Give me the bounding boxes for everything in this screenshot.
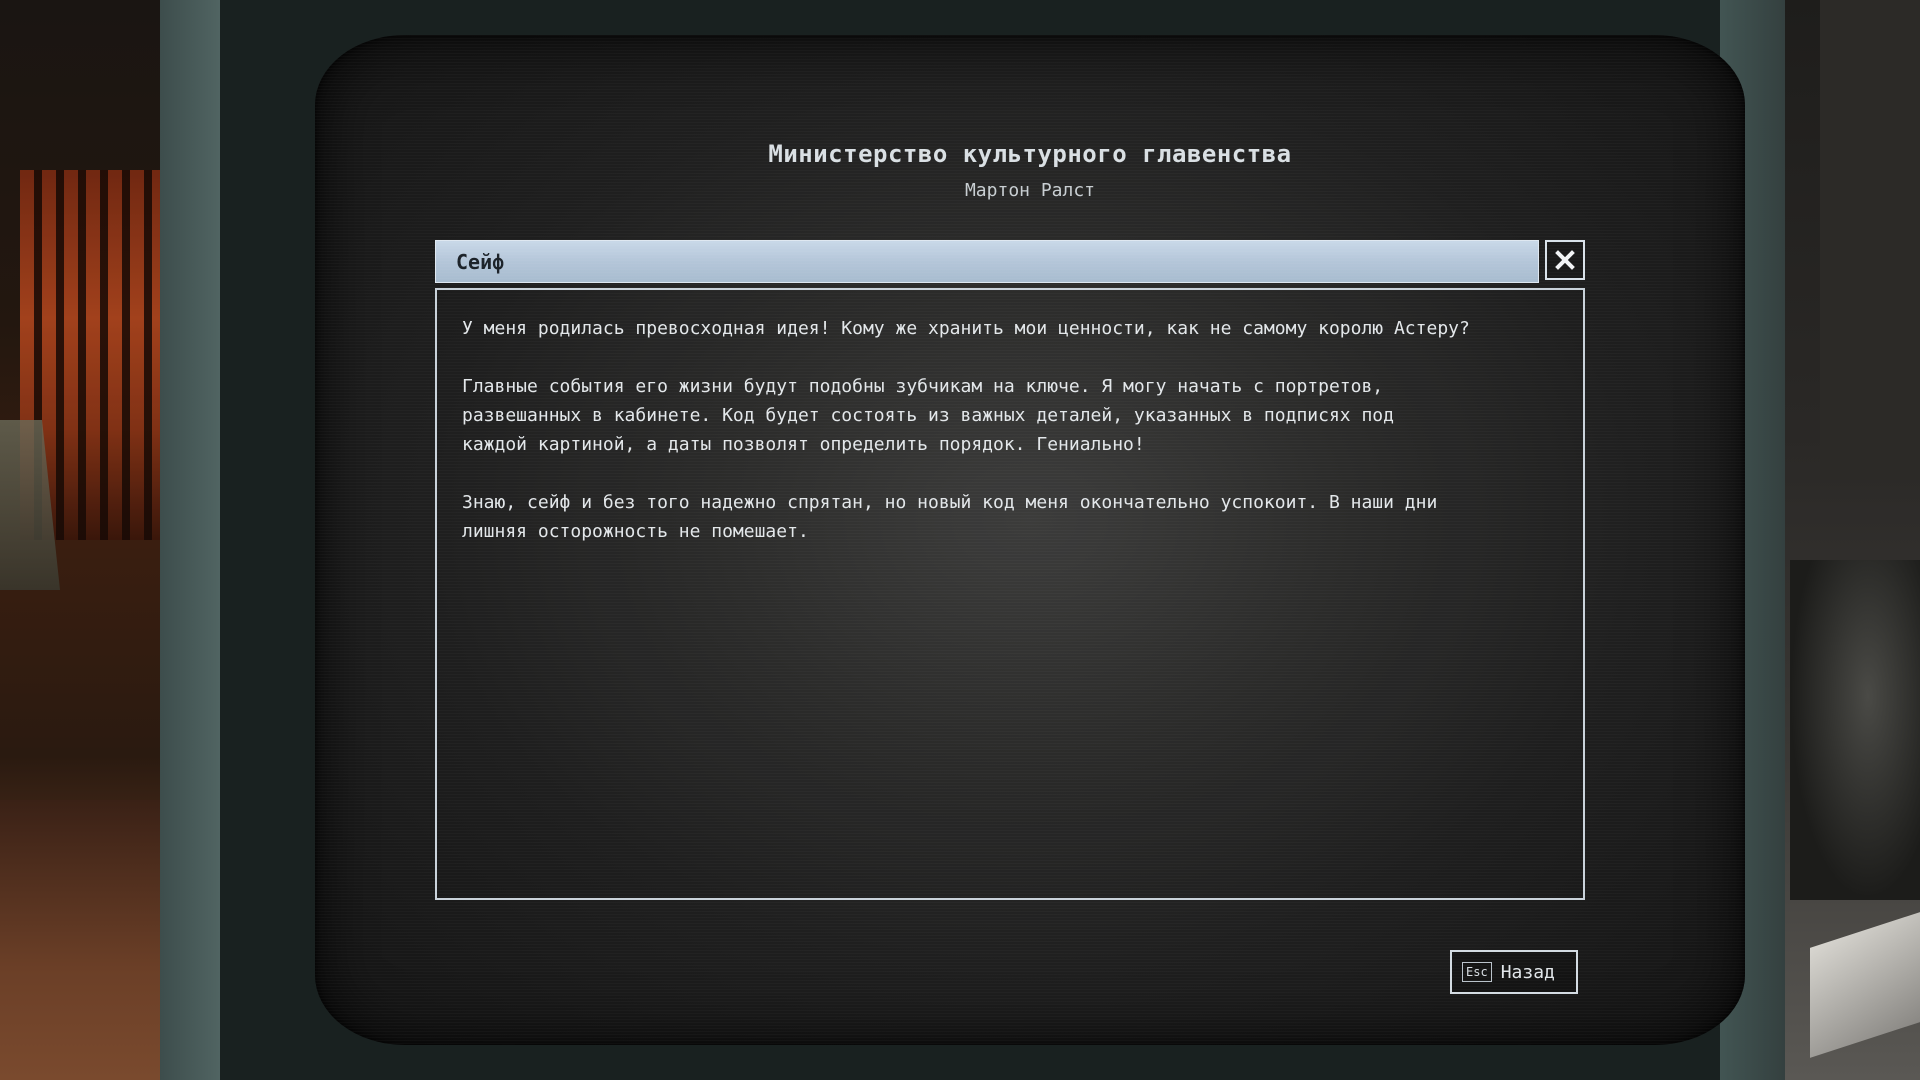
back-button[interactable]: Esc Назад [1450,950,1578,994]
dialog-paragraph-3: Знаю, сейф и без того надежно спрятан, н… [462,492,1438,542]
safe-dialog: Сейф У меня родилась превосходная идея! … [435,240,1585,900]
monitor-inner-frame: Министерство культурного главенства Март… [220,0,1745,1080]
dialog-paragraph-2: Главные события его жизни будут подобны … [462,376,1394,455]
page-subtitle: Мартон Ралст [964,180,1096,201]
game-scene: Министерство культурного главенства Март… [0,0,1920,1080]
page-title: Министерство культурного главенства [768,140,1292,168]
dialog-paragraph-1: У меня родилась превосходная идея! Кому … [462,318,1470,339]
background-floor [0,800,170,1080]
close-icon [1555,250,1575,270]
background-room-right [1770,0,1920,1080]
close-button[interactable] [1545,240,1585,280]
background-room-left [0,0,170,1080]
monitor-bezel: Министерство культурного главенства Март… [160,0,1785,1080]
dialog-title: Сейф [456,250,505,274]
crt-screen: Министерство культурного главенства Март… [315,35,1745,1045]
dialog-body: У меня родилась превосходная идея! Кому … [435,288,1585,900]
back-button-label: Назад [1500,961,1555,983]
dialog-text: У меня родилась превосходная идея! Кому … [462,314,1572,575]
background-paper [1810,912,1920,1058]
background-wall [1820,0,1920,480]
esc-key-hint: Esc [1462,962,1492,982]
dialog-titlebar: Сейф [435,240,1539,283]
background-desk-object [1790,560,1920,900]
